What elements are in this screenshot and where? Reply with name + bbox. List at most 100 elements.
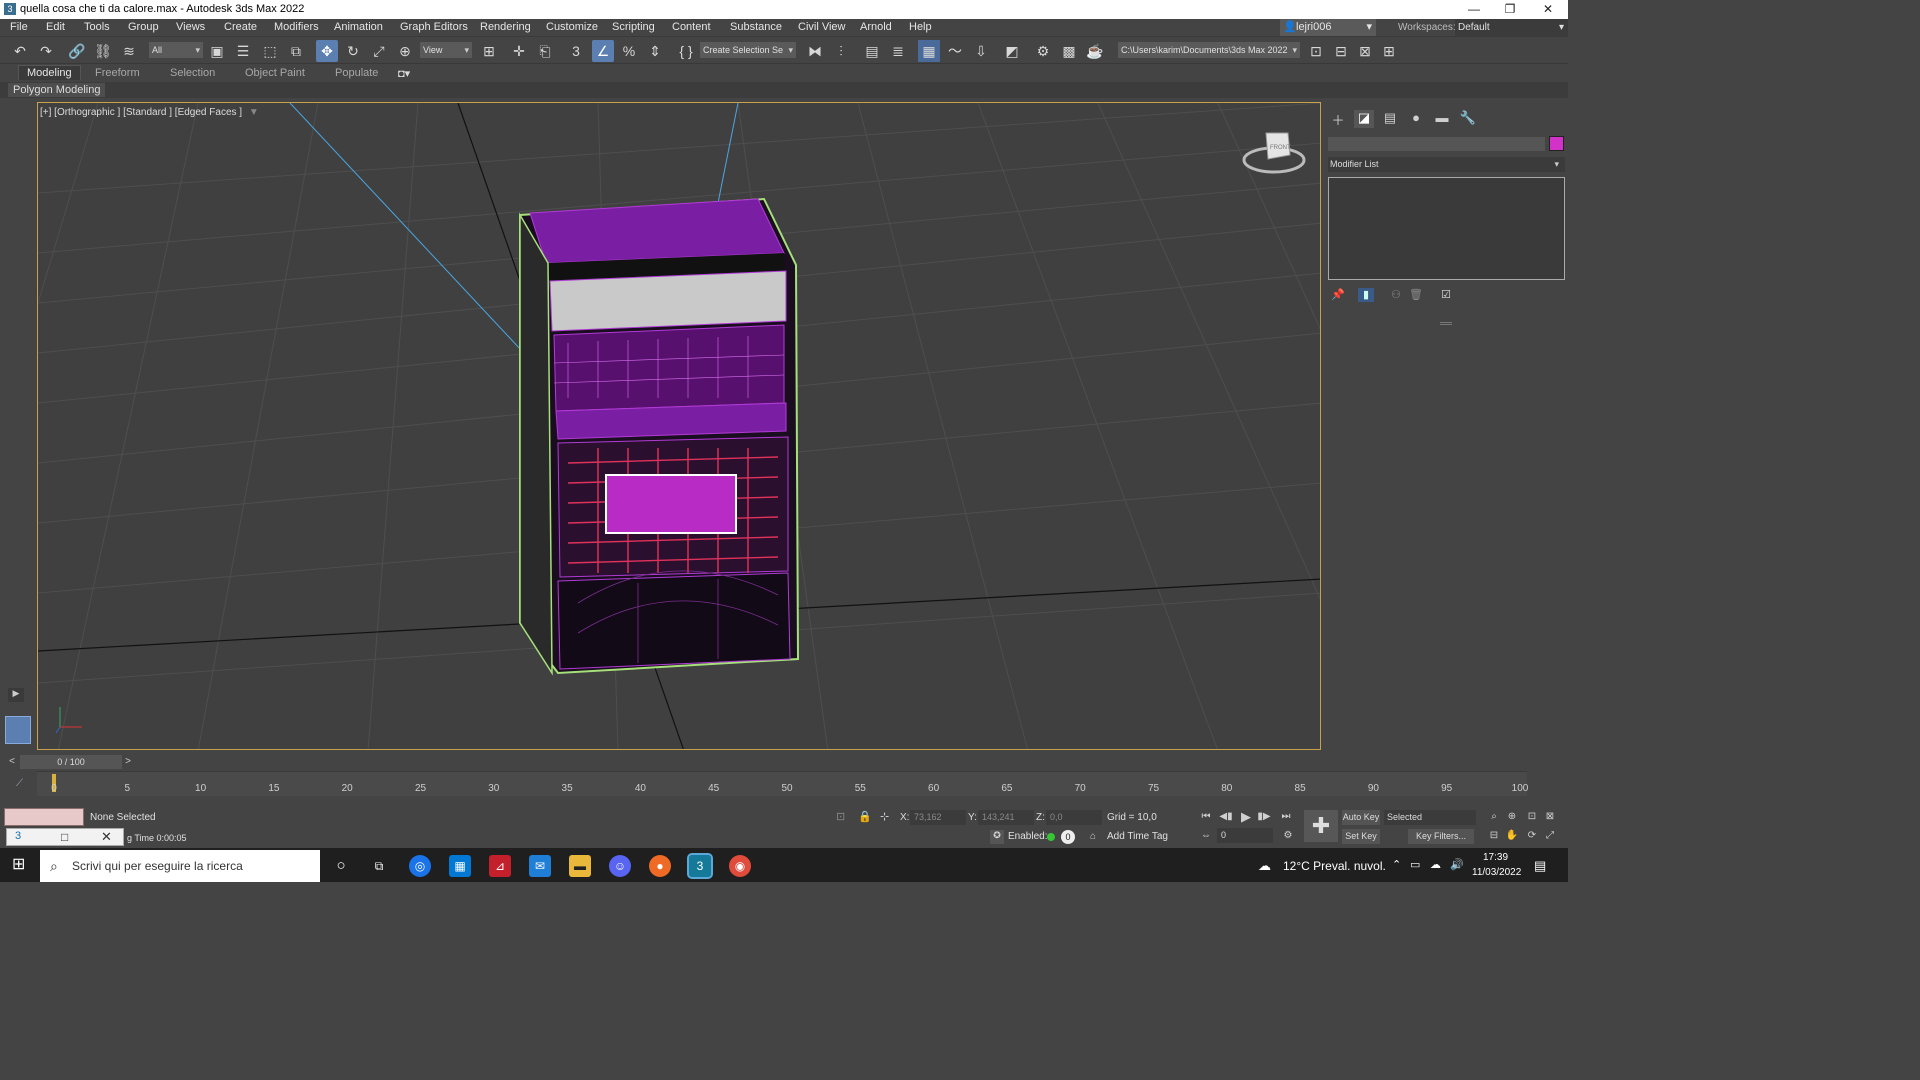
edit-named-selection-icon[interactable]: { } bbox=[675, 40, 697, 62]
select-object-icon[interactable]: ▣ bbox=[206, 40, 228, 62]
key-mode-select[interactable]: Selected bbox=[1384, 810, 1476, 825]
weather-text[interactable]: 12°C Preval. nuvol. bbox=[1283, 859, 1386, 873]
tab-modeling[interactable]: Modeling bbox=[18, 65, 81, 80]
ribbon-options-icon[interactable]: ◘▾ bbox=[398, 67, 410, 80]
configure-modifier-sets-icon[interactable]: ☑ bbox=[1438, 288, 1454, 302]
menu-content[interactable]: Content bbox=[672, 21, 711, 33]
redo-icon[interactable]: ↷ bbox=[35, 40, 57, 62]
current-frame-field[interactable]: 0 bbox=[1217, 828, 1273, 843]
task-view-icon[interactable]: ⧉ bbox=[368, 855, 390, 877]
reference-coordinate-select[interactable]: View bbox=[420, 42, 472, 58]
mini-curve-editor-icon[interactable]: ⟋ bbox=[16, 778, 23, 789]
restore-button[interactable]: ❐ bbox=[1492, 1, 1528, 18]
menu-rendering[interactable]: Rendering bbox=[480, 21, 531, 33]
orbit-icon[interactable]: ⟳ bbox=[1524, 829, 1540, 843]
field-of-view-icon[interactable]: ⊟ bbox=[1486, 829, 1502, 843]
link-icon[interactable]: 🔗 bbox=[66, 40, 88, 62]
select-and-move-icon[interactable]: ✥ bbox=[316, 40, 338, 62]
menu-group[interactable]: Group bbox=[128, 21, 159, 33]
utilities-panel-icon[interactable]: 🔧 bbox=[1458, 110, 1478, 128]
chrome-icon[interactable]: ◎ bbox=[409, 855, 431, 877]
select-by-name-icon[interactable]: ☰ bbox=[232, 40, 254, 62]
next-frame-button[interactable]: > bbox=[122, 755, 134, 769]
project-folder-select[interactable]: C:\Users\karim\Documents\3ds Max 2022 bbox=[1118, 42, 1300, 58]
isolate-selection-icon[interactable]: ⊡ bbox=[836, 810, 845, 823]
select-and-scale-icon[interactable]: ⤢ bbox=[368, 40, 390, 62]
menu-civil-view[interactable]: Civil View bbox=[798, 21, 845, 33]
project-icon-2[interactable]: ⊟ bbox=[1330, 40, 1352, 62]
curve-editor-icon[interactable]: 〜 bbox=[944, 40, 966, 62]
pivot-center-icon[interactable]: ⊞ bbox=[478, 40, 500, 62]
create-panel-icon[interactable]: ＋ bbox=[1328, 110, 1348, 128]
menu-substance[interactable]: Substance bbox=[730, 21, 782, 33]
notifications-icon[interactable]: ▤ bbox=[1534, 858, 1546, 874]
maxscript-mini-listener[interactable] bbox=[4, 808, 84, 826]
snaps-toggle-icon[interactable]: 3 bbox=[565, 40, 587, 62]
angle-snap-icon[interactable]: ∠ bbox=[592, 40, 614, 62]
meet-now-icon[interactable]: ▭ bbox=[1410, 858, 1420, 871]
tab-freeform[interactable]: Freeform bbox=[95, 67, 140, 79]
zoom-icon[interactable]: ⌕ bbox=[1486, 810, 1502, 824]
object-color-swatch[interactable] bbox=[1549, 136, 1564, 151]
menu-arnold[interactable]: Arnold bbox=[860, 21, 892, 33]
zoom-all-icon[interactable]: ⊕ bbox=[1504, 810, 1520, 824]
viewport-perspective[interactable]: FRONT bbox=[37, 102, 1321, 750]
select-and-rotate-icon[interactable]: ↻ bbox=[342, 40, 364, 62]
tab-selection[interactable]: Selection bbox=[170, 67, 215, 79]
schematic-view-icon[interactable]: ⇩ bbox=[970, 40, 992, 62]
absolute-mode-icon[interactable]: ⊹ bbox=[880, 810, 889, 823]
window-crossing-icon[interactable]: ⧉ bbox=[285, 40, 307, 62]
mail-icon[interactable]: ✉ bbox=[529, 855, 551, 877]
pan-view-icon[interactable]: ✋ bbox=[1504, 829, 1520, 843]
heater-model[interactable] bbox=[519, 197, 800, 676]
menu-edit[interactable]: Edit bbox=[46, 21, 65, 33]
menu-file[interactable]: File bbox=[10, 21, 28, 33]
store-icon[interactable]: ▦ bbox=[449, 855, 471, 877]
layer-explorer-icon[interactable]: ≣ bbox=[887, 40, 909, 62]
go-to-start-icon[interactable]: ⏮ bbox=[1198, 810, 1214, 824]
zoom-extents-icon[interactable]: ⊡ bbox=[1524, 810, 1540, 824]
mirror-icon[interactable]: ⧓ bbox=[804, 40, 826, 62]
viewcube[interactable]: FRONT bbox=[1242, 132, 1306, 174]
show-hidden-icons[interactable]: ⌃ bbox=[1392, 858, 1401, 871]
viewport-label-menu[interactable]: [+] [Orthographic ] [Standard ] [Edged F… bbox=[40, 107, 259, 118]
show-end-result-icon[interactable]: ▮ bbox=[1358, 288, 1374, 302]
modify-panel-icon[interactable]: ◪ bbox=[1354, 110, 1374, 128]
z-coordinate-field[interactable]: 0,0 bbox=[1046, 810, 1102, 825]
play-icon[interactable]: ▶ bbox=[1238, 810, 1254, 824]
y-coordinate-field[interactable]: 143,241 bbox=[978, 810, 1034, 825]
display-panel-icon[interactable]: ▬ bbox=[1432, 110, 1452, 128]
minimize-button[interactable]: — bbox=[1456, 1, 1492, 18]
amd-icon[interactable]: ⊿ bbox=[489, 855, 511, 877]
render-setup-icon[interactable]: ⚙ bbox=[1032, 40, 1054, 62]
add-time-tag[interactable]: Add Time Tag bbox=[1107, 831, 1168, 842]
make-unique-icon[interactable]: ⚇ bbox=[1388, 288, 1404, 302]
x-coordinate-field[interactable]: 73,162 bbox=[910, 810, 966, 825]
select-and-place-icon[interactable]: ⊕ bbox=[394, 40, 416, 62]
clock-date[interactable]: 11/03/2022 bbox=[1472, 867, 1521, 878]
menu-create[interactable]: Create bbox=[224, 21, 257, 33]
polygon-modeling-panel[interactable]: Polygon Modeling bbox=[8, 83, 106, 97]
remove-modifier-icon[interactable]: 🗑 bbox=[1408, 288, 1424, 302]
3ds-max-taskbar-icon[interactable]: 3 bbox=[687, 853, 713, 879]
selection-lock-icon[interactable]: 🔒 bbox=[858, 810, 872, 823]
named-selection-sets-select[interactable]: Create Selection Se bbox=[700, 42, 796, 58]
spinner-snap-icon[interactable]: ⇕ bbox=[644, 40, 666, 62]
selection-filter-select[interactable]: All bbox=[149, 42, 203, 58]
undo-icon[interactable]: ↶ bbox=[9, 40, 31, 62]
next-frame-icon[interactable]: ▮▶ bbox=[1256, 810, 1272, 824]
taskbar-search-input[interactable]: Scrivi qui per eseguire la ricerca bbox=[40, 850, 320, 882]
menu-views[interactable]: Views bbox=[176, 21, 205, 33]
menu-customize[interactable]: Customize bbox=[546, 21, 598, 33]
close-icon[interactable]: ✕ bbox=[101, 829, 112, 845]
keyboard-shortcut-override-icon[interactable]: ⎗ bbox=[534, 40, 556, 62]
percent-snap-icon[interactable]: % bbox=[618, 40, 640, 62]
tab-object-paint[interactable]: Object Paint bbox=[245, 67, 305, 79]
origin-icon[interactable]: ● bbox=[649, 855, 671, 877]
menu-animation[interactable]: Animation bbox=[334, 21, 383, 33]
previous-frame-icon[interactable]: ◀▮ bbox=[1218, 810, 1234, 824]
material-editor-icon[interactable]: ◩ bbox=[1001, 40, 1023, 62]
filter-icon[interactable]: ▼ bbox=[249, 107, 259, 118]
cortana-icon[interactable]: ○ bbox=[330, 855, 352, 877]
time-config-icon[interactable]: ⚙ bbox=[1280, 829, 1296, 843]
